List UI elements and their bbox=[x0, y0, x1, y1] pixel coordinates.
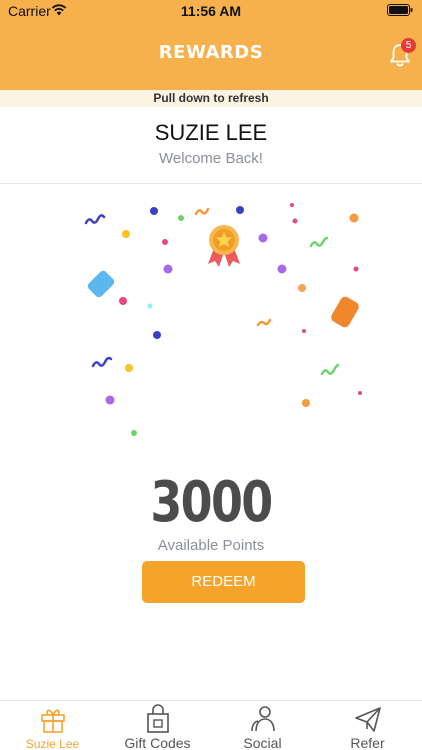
gift-icon bbox=[41, 709, 65, 733]
tab-label: Social bbox=[243, 735, 282, 750]
tab-gift-codes[interactable]: Gift Codes bbox=[105, 701, 210, 750]
pull-to-refresh-hint: Pull down to refresh bbox=[0, 90, 422, 107]
battery-icon bbox=[387, 4, 413, 16]
welcome-message: Welcome Back! bbox=[159, 150, 263, 167]
divider bbox=[0, 183, 422, 184]
points-label: Available Points bbox=[157, 537, 265, 554]
clock: 11:56 AM bbox=[180, 3, 242, 19]
notifications-button[interactable]: 5 bbox=[387, 38, 417, 68]
medal-icon bbox=[208, 225, 240, 267]
user-name: SUZIE LEE bbox=[154, 120, 268, 145]
tab-bar: Suzie Lee Gift Codes Social Refer bbox=[0, 700, 422, 750]
notification-badge: 5 bbox=[401, 38, 416, 53]
paper-plane-icon bbox=[355, 707, 381, 732]
users-icon bbox=[251, 706, 275, 732]
tab-social[interactable]: Social bbox=[210, 701, 315, 750]
app-header: Carrier 11:56 AM REWARDS 5 bbox=[0, 0, 422, 90]
page-title: REWARDS bbox=[158, 42, 264, 63]
tab-label: Refer bbox=[350, 735, 385, 750]
shopping-bag-icon bbox=[147, 704, 169, 733]
tab-profile[interactable]: Suzie Lee bbox=[0, 701, 105, 750]
tab-label: Gift Codes bbox=[124, 735, 191, 750]
status-bar: Carrier 11:56 AM bbox=[0, 0, 422, 22]
tab-label: Suzie Lee bbox=[25, 737, 80, 750]
points-value: 3000 bbox=[150, 470, 273, 535]
tab-refer[interactable]: Refer bbox=[315, 701, 420, 750]
redeem-button[interactable]: REDEEM bbox=[142, 561, 305, 603]
